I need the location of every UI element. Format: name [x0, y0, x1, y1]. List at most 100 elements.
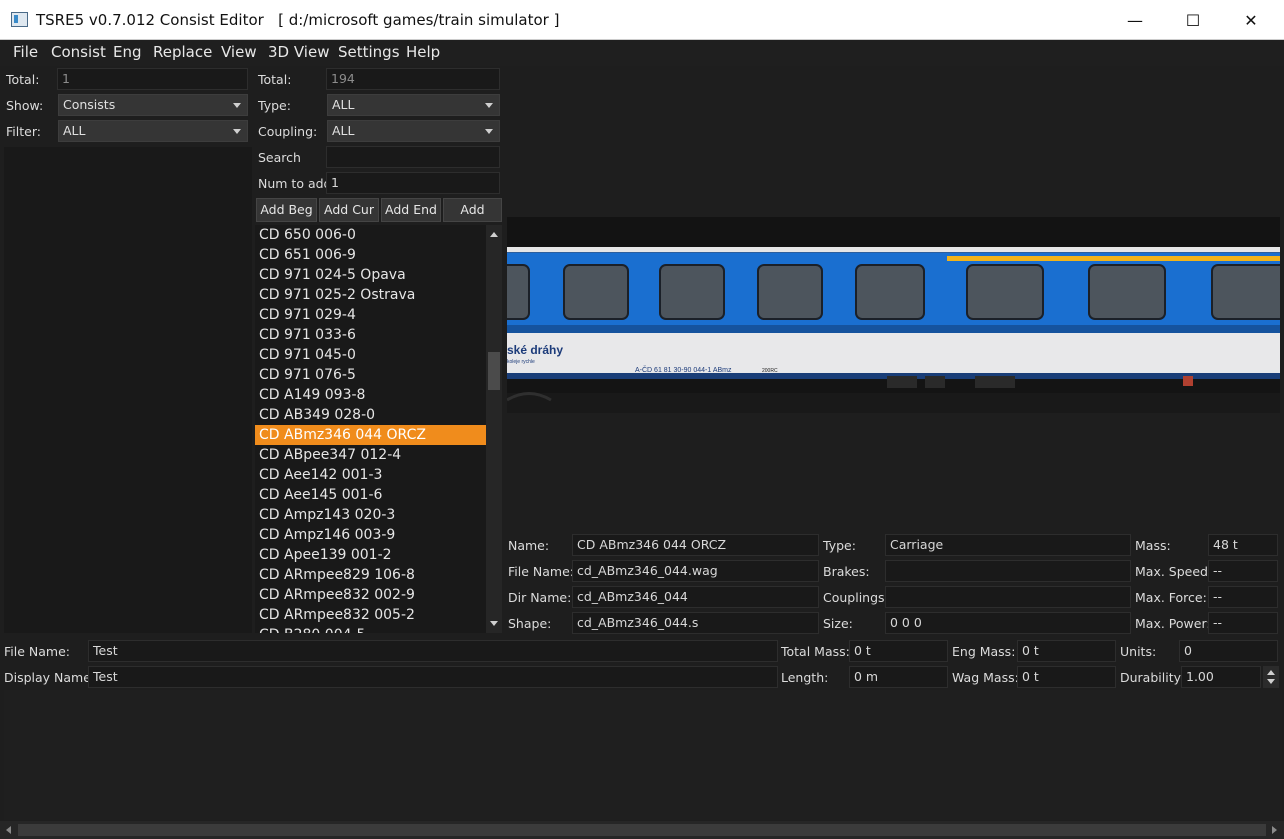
total-mass-field: 0 t [849, 640, 948, 662]
list-item[interactable]: CD 971 045-0 [255, 345, 486, 365]
list-item[interactable]: CD Aee145 001-6 [255, 485, 486, 505]
total-mass-label: Total Mass: [781, 644, 850, 659]
filter-select[interactable]: ALL [58, 120, 248, 142]
show-select[interactable]: Consists [58, 94, 248, 116]
scroll-up-icon[interactable] [490, 232, 498, 237]
type-label: Type: [258, 98, 291, 113]
consist-file-input[interactable]: Test [88, 640, 778, 662]
list-item-selected[interactable]: CD ABmz346 044 ORCZ [255, 425, 486, 445]
app-icon [11, 12, 28, 27]
info-couplings-label: Couplings: [823, 590, 889, 605]
list-item[interactable]: CD AB349 028-0 [255, 405, 486, 425]
vehicle-list-scrollbar[interactable] [486, 225, 502, 633]
list-item[interactable]: CD 651 006-9 [255, 245, 486, 265]
info-speed-label: Max. Speed: [1135, 564, 1213, 579]
info-dir-field: cd_ABmz346_044 [572, 586, 819, 608]
chevron-down-icon [485, 103, 493, 108]
list-item[interactable]: CD A149 093-8 [255, 385, 486, 405]
consists-total-label: Total: [6, 72, 40, 87]
menu-settings[interactable]: Settings [338, 43, 400, 61]
title-bar: TSRE5 v0.7.012 Consist Editor [ d:/micro… [0, 0, 1284, 40]
show-label: Show: [6, 98, 44, 113]
menu-view[interactable]: View [221, 43, 257, 61]
eng-mass-field: 0 t [1017, 640, 1116, 662]
list-item[interactable]: CD 650 006-0 [255, 225, 486, 245]
info-type-label: Type: [823, 538, 856, 553]
info-name-field: CD ABmz346 044 ORCZ [572, 534, 819, 556]
equipment-box [887, 376, 917, 388]
num-to-add-input[interactable]: 1 [326, 172, 500, 194]
info-power-label: Max. Power: [1135, 616, 1211, 631]
chevron-down-icon [233, 129, 241, 134]
decrement-icon[interactable] [1267, 679, 1275, 684]
list-item[interactable]: CD 971 029-4 [255, 305, 486, 325]
type-select-value: ALL [332, 97, 355, 112]
windows [507, 264, 1280, 320]
equipment-box [975, 376, 1015, 388]
type-select[interactable]: ALL [327, 94, 500, 116]
list-item[interactable]: CD 971 033-6 [255, 325, 486, 345]
add-cur-button[interactable]: Add Cur [319, 198, 379, 222]
menu-file[interactable]: File [13, 43, 38, 61]
scroll-down-icon[interactable] [490, 621, 498, 626]
add-beg-button[interactable]: Add Beg [256, 198, 317, 222]
carriage-roof [507, 217, 1280, 248]
info-size-field: 0 0 0 [885, 612, 1131, 634]
list-item[interactable]: CD B280 004-5 [255, 625, 486, 633]
list-item[interactable]: CD ABpee347 012-4 [255, 445, 486, 465]
vehicle-list[interactable]: CD 650 006-0 CD 651 006-9 CD 971 024-5 O… [255, 225, 486, 633]
list-item[interactable]: CD 971 025-2 Ostrava [255, 285, 486, 305]
consists-list[interactable] [4, 147, 252, 633]
hscroll-thumb[interactable] [18, 824, 1266, 836]
list-item[interactable]: CD ARmpee832 002-9 [255, 585, 486, 605]
info-mass-field: 48 t [1208, 534, 1278, 556]
maximize-button[interactable]: ☐ [1164, 0, 1222, 40]
list-item[interactable]: CD 971 076-5 [255, 365, 486, 385]
eng-mass-label: Eng Mass: [952, 644, 1016, 659]
menu-replace[interactable]: Replace [153, 43, 212, 61]
list-item[interactable]: CD ARmpee832 005-2 [255, 605, 486, 625]
wag-mass-label: Wag Mass: [952, 670, 1019, 685]
close-button[interactable]: ✕ [1222, 0, 1280, 40]
info-shape-field: cd_ABmz346_044.s [572, 612, 819, 634]
add-end-button[interactable]: Add End [381, 198, 441, 222]
window-title: TSRE5 v0.7.012 Consist Editor [ d:/micro… [36, 11, 560, 29]
search-input[interactable] [326, 146, 500, 168]
durability-label: Durability: [1120, 670, 1185, 685]
coupling-label: Coupling: [258, 124, 318, 139]
minimize-button[interactable]: — [1106, 0, 1164, 40]
vehicle-3d-preview[interactable]: ské dráhy koleje rychle A-ČD 61 81 30-90… [507, 67, 1280, 531]
show-select-value: Consists [63, 97, 116, 112]
durability-spinner[interactable] [1263, 666, 1279, 688]
menu-bar: File Consist Eng Replace View 3D View Se… [0, 40, 1284, 66]
units-field: 0 [1179, 640, 1278, 662]
list-item[interactable]: CD Ampz146 003-9 [255, 525, 486, 545]
list-item[interactable]: CD Ampz143 020-3 [255, 505, 486, 525]
info-force-label: Max. Force: [1135, 590, 1207, 605]
increment-icon[interactable] [1267, 670, 1275, 675]
list-item[interactable]: CD Aee142 001-3 [255, 465, 486, 485]
window [659, 264, 725, 320]
scroll-left-icon[interactable] [6, 826, 11, 834]
blue-band [507, 325, 1280, 333]
menu-help[interactable]: Help [406, 43, 440, 61]
coupling-select-value: ALL [332, 123, 355, 138]
consist-view-area[interactable] [4, 690, 1282, 820]
vehicle-list-scroll-thumb[interactable] [488, 352, 500, 390]
coupling-select[interactable]: ALL [327, 120, 500, 142]
scroll-right-icon[interactable] [1272, 826, 1277, 834]
window [563, 264, 629, 320]
consist-display-label: Display Name: [4, 670, 96, 685]
consist-display-input[interactable]: Test [88, 666, 778, 688]
durability-input[interactable]: 1.00 [1181, 666, 1261, 688]
vehicle-number-text: A-ČD 61 81 30-90 044-1 ABmz [635, 365, 732, 374]
window [757, 264, 823, 320]
menu-consist[interactable]: Consist [51, 43, 106, 61]
add-rand-button[interactable]: Add Rand [443, 198, 502, 239]
menu-3d-view[interactable]: 3D View [268, 43, 329, 61]
menu-eng[interactable]: Eng [113, 43, 142, 61]
list-item[interactable]: CD Apee139 001-2 [255, 545, 486, 565]
info-mass-label: Mass: [1135, 538, 1171, 553]
list-item[interactable]: CD 971 024-5 Opava [255, 265, 486, 285]
list-item[interactable]: CD ARmpee829 106-8 [255, 565, 486, 585]
